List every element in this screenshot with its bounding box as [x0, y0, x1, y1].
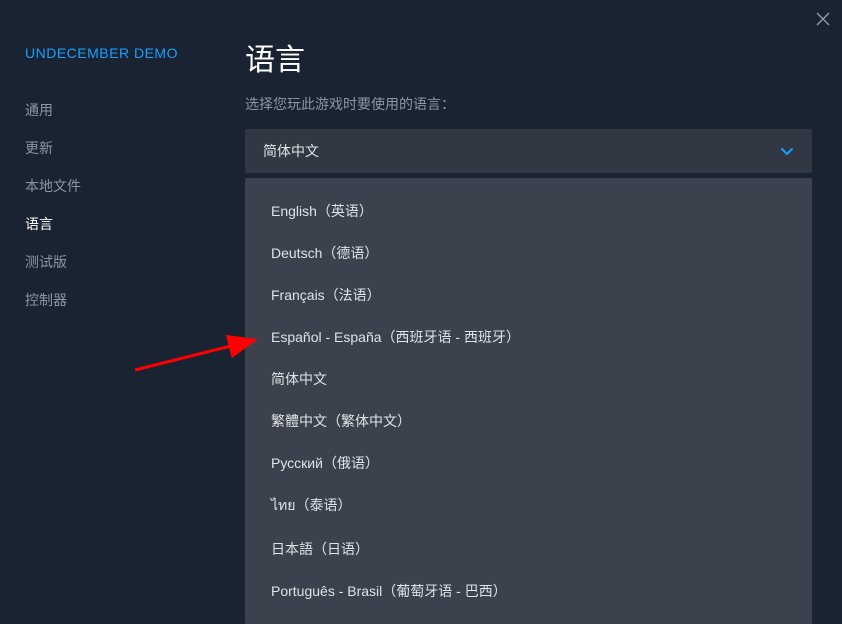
language-option[interactable]: Português - Brasil（葡萄牙语 - 巴西） — [245, 570, 812, 612]
sidebar-list: 通用更新本地文件语言测试版控制器 — [25, 91, 230, 319]
sidebar-item[interactable]: 控制器 — [25, 281, 230, 319]
chevron-down-icon — [780, 144, 794, 158]
language-option[interactable]: 繁體中文（繁体中文） — [245, 400, 812, 442]
language-option[interactable]: Русский（俄语） — [245, 442, 812, 484]
close-button[interactable] — [816, 10, 830, 31]
sidebar-item[interactable]: 通用 — [25, 91, 230, 129]
language-option[interactable]: Deutsch（德语） — [245, 232, 812, 274]
sidebar-item[interactable]: 更新 — [25, 129, 230, 167]
container: UNDECEMBER DEMO 通用更新本地文件语言测试版控制器 语言 选择您玩… — [0, 0, 842, 601]
sidebar-item[interactable]: 本地文件 — [25, 167, 230, 205]
language-option[interactable]: Español - España（西班牙语 - 西班牙） — [245, 316, 812, 358]
page-subtitle: 选择您玩此游戏时要使用的语言： — [245, 94, 812, 114]
close-icon — [816, 12, 830, 26]
sidebar: UNDECEMBER DEMO 通用更新本地文件语言测试版控制器 — [0, 0, 230, 601]
language-option[interactable]: ไทย（泰语） — [245, 484, 812, 528]
main-content: 语言 选择您玩此游戏时要使用的语言： 简体中文 English（英语）Deuts… — [230, 0, 842, 601]
sidebar-item[interactable]: 测试版 — [25, 243, 230, 281]
page-title: 语言 — [245, 35, 812, 79]
sidebar-item[interactable]: 语言 — [25, 205, 230, 243]
game-title: UNDECEMBER DEMO — [25, 45, 230, 61]
language-dropdown-panel: English（英语）Deutsch（德语）Français（法语）Españo… — [245, 178, 812, 624]
language-option[interactable]: Français（法语） — [245, 274, 812, 316]
language-option[interactable]: 日本語（日语） — [245, 528, 812, 570]
dropdown-selected-text: 简体中文 — [263, 141, 319, 161]
language-option[interactable]: English（英语） — [245, 190, 812, 232]
language-dropdown[interactable]: 简体中文 — [245, 129, 812, 173]
language-option[interactable]: 简体中文 — [245, 358, 812, 400]
